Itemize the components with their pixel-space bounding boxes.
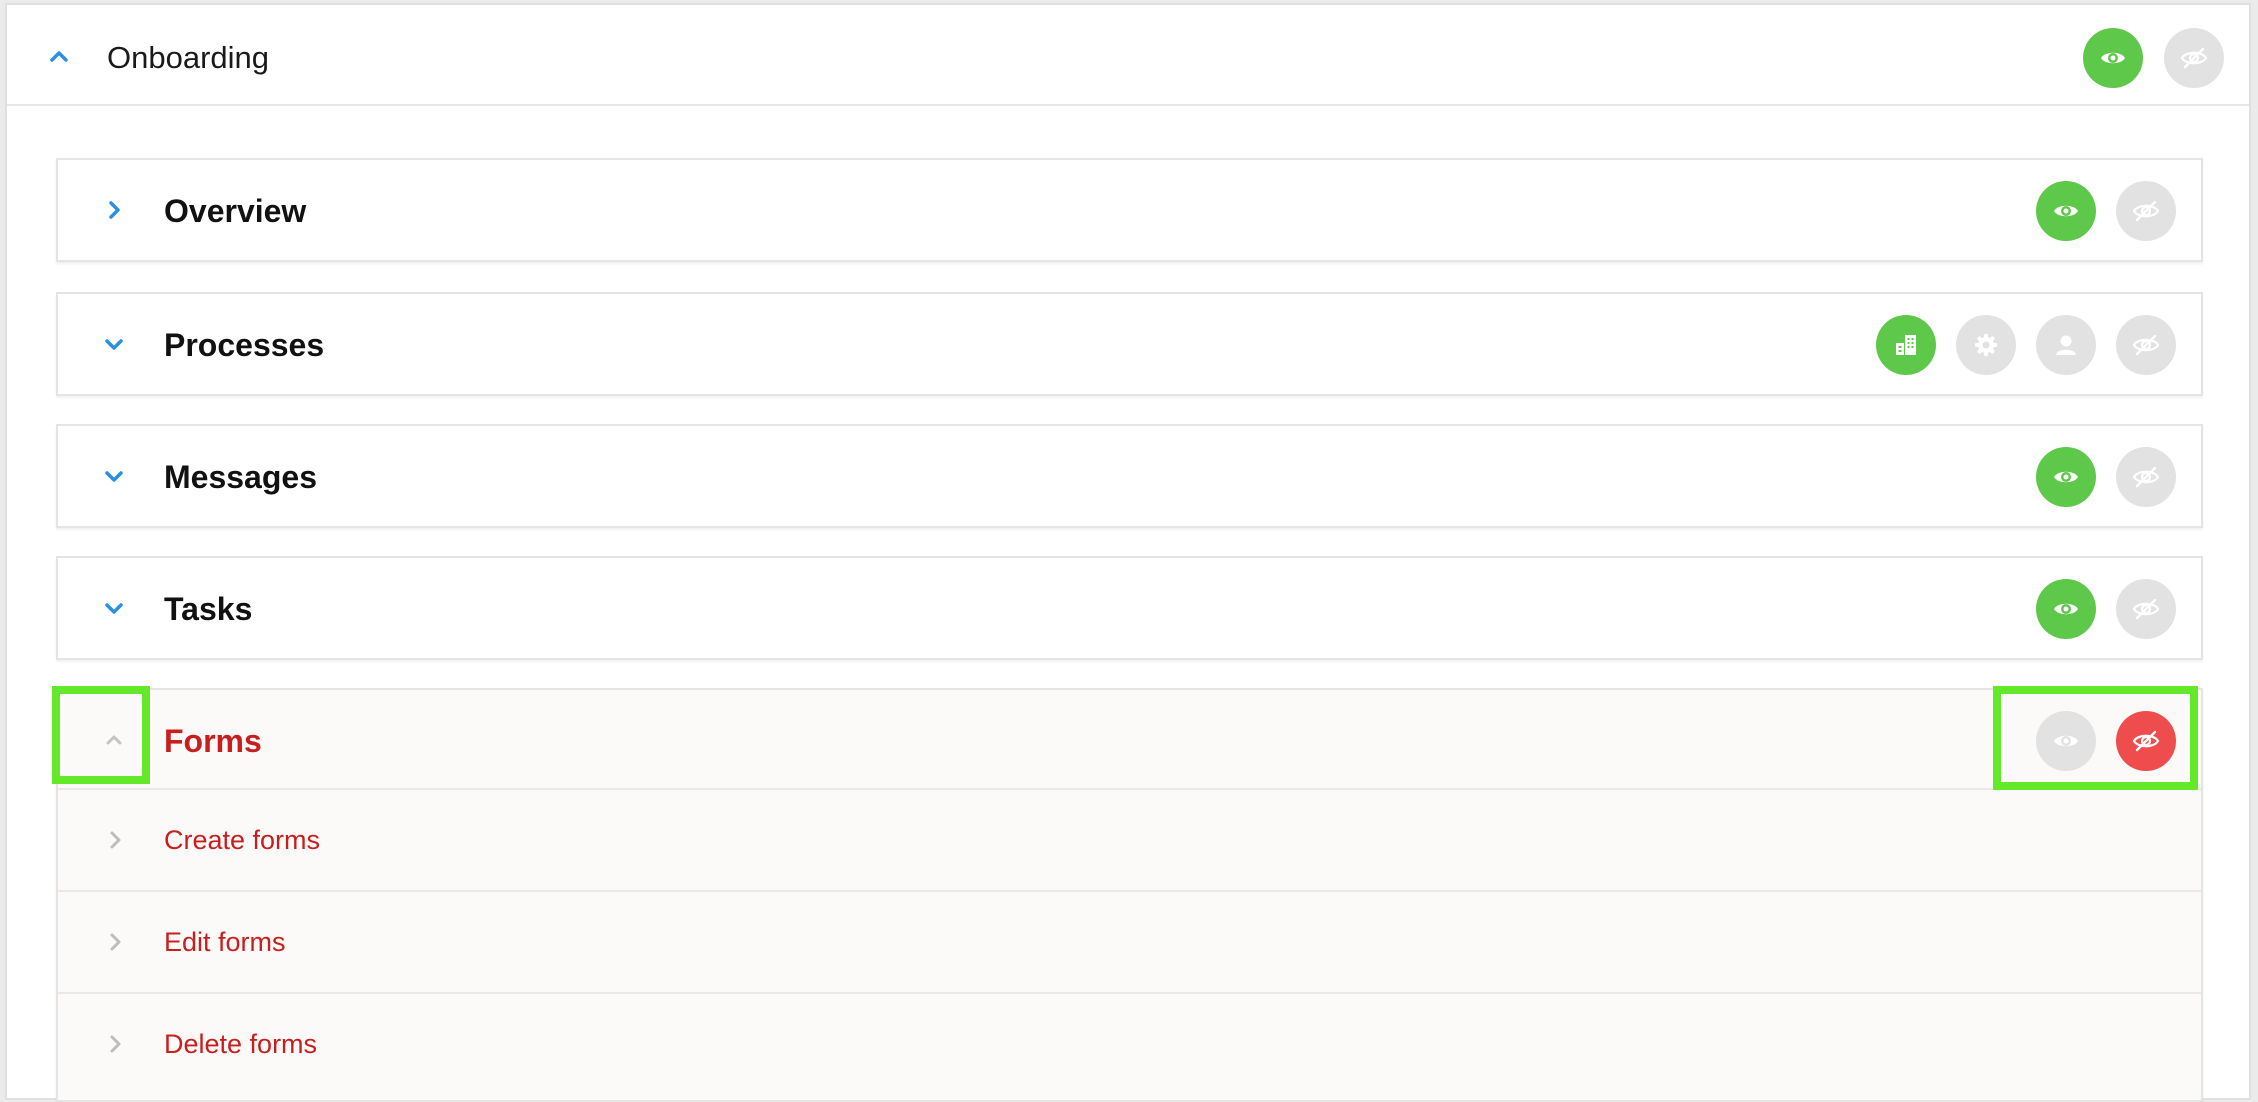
section-header[interactable]: Messages xyxy=(58,426,2201,526)
show-button[interactable] xyxy=(2036,181,2096,241)
show-button[interactable] xyxy=(2036,711,2096,771)
section-forms: Forms Create forms Edit forms Delete for… xyxy=(56,688,2203,1102)
eye-slash-icon xyxy=(2132,730,2160,752)
user-icon xyxy=(2056,335,2076,355)
eye-slash-icon xyxy=(2180,47,2208,69)
eye-icon xyxy=(2054,735,2078,747)
list-item-label: Delete forms xyxy=(164,1029,318,1059)
hide-button[interactable] xyxy=(2116,181,2176,241)
section-title: Tasks xyxy=(164,591,253,627)
chevron-right-icon[interactable] xyxy=(104,931,126,953)
company-button[interactable] xyxy=(1876,315,1936,375)
eye-icon xyxy=(2054,471,2078,483)
list-item-label: Edit forms xyxy=(164,927,286,957)
chevron-down-icon[interactable] xyxy=(102,596,126,620)
eye-slash-icon xyxy=(2132,466,2160,488)
chevron-down-icon[interactable] xyxy=(102,464,126,488)
onboarding-header[interactable]: Onboarding xyxy=(7,5,2249,106)
hide-button[interactable] xyxy=(2116,447,2176,507)
page-title: Onboarding xyxy=(107,40,270,75)
show-button[interactable] xyxy=(2083,28,2143,88)
section-processes: Processes xyxy=(56,292,2203,396)
section-header[interactable]: Processes xyxy=(58,294,2201,394)
eye-icon xyxy=(2054,205,2078,217)
section-title: Processes xyxy=(164,327,325,363)
show-button[interactable] xyxy=(2036,579,2096,639)
building-icon xyxy=(1896,335,1916,355)
section-header[interactable]: Forms xyxy=(58,690,2201,790)
gear-icon xyxy=(1975,334,1997,356)
section-header[interactable]: Overview xyxy=(58,160,2201,260)
list-item[interactable]: Edit forms xyxy=(58,892,2201,994)
hide-button[interactable] xyxy=(2116,315,2176,375)
section-title: Messages xyxy=(164,459,317,495)
list-item[interactable]: Create forms xyxy=(58,790,2201,892)
chevron-right-icon[interactable] xyxy=(104,1033,126,1055)
hide-button[interactable] xyxy=(2164,28,2224,88)
eye-icon xyxy=(2101,52,2125,64)
eye-slash-icon xyxy=(2132,598,2160,620)
section-header[interactable]: Tasks xyxy=(58,558,2201,658)
settings-button[interactable] xyxy=(1956,315,2016,375)
eye-slash-icon xyxy=(2132,334,2160,356)
chevron-down-icon[interactable] xyxy=(102,332,126,356)
eye-slash-icon xyxy=(2132,200,2160,222)
hide-button[interactable] xyxy=(2116,579,2176,639)
list-item[interactable]: Delete forms xyxy=(58,994,2201,1096)
list-item-label: Create forms xyxy=(164,825,321,855)
chevron-up-icon[interactable] xyxy=(47,44,71,68)
section-tasks: Tasks xyxy=(56,556,2203,660)
eye-icon xyxy=(2054,603,2078,615)
chevron-right-icon[interactable] xyxy=(102,198,126,222)
section-overview: Overview xyxy=(56,158,2203,262)
section-messages: Messages xyxy=(56,424,2203,528)
show-button[interactable] xyxy=(2036,447,2096,507)
chevron-up-icon[interactable] xyxy=(102,728,126,752)
chevron-right-icon[interactable] xyxy=(104,829,126,851)
user-button[interactable] xyxy=(2036,315,2096,375)
hide-button[interactable] xyxy=(2116,711,2176,771)
onboarding-panel: Onboarding Overview Processes Messages T… xyxy=(5,3,2251,1102)
section-title: Forms xyxy=(164,723,262,759)
section-title: Overview xyxy=(164,193,307,229)
